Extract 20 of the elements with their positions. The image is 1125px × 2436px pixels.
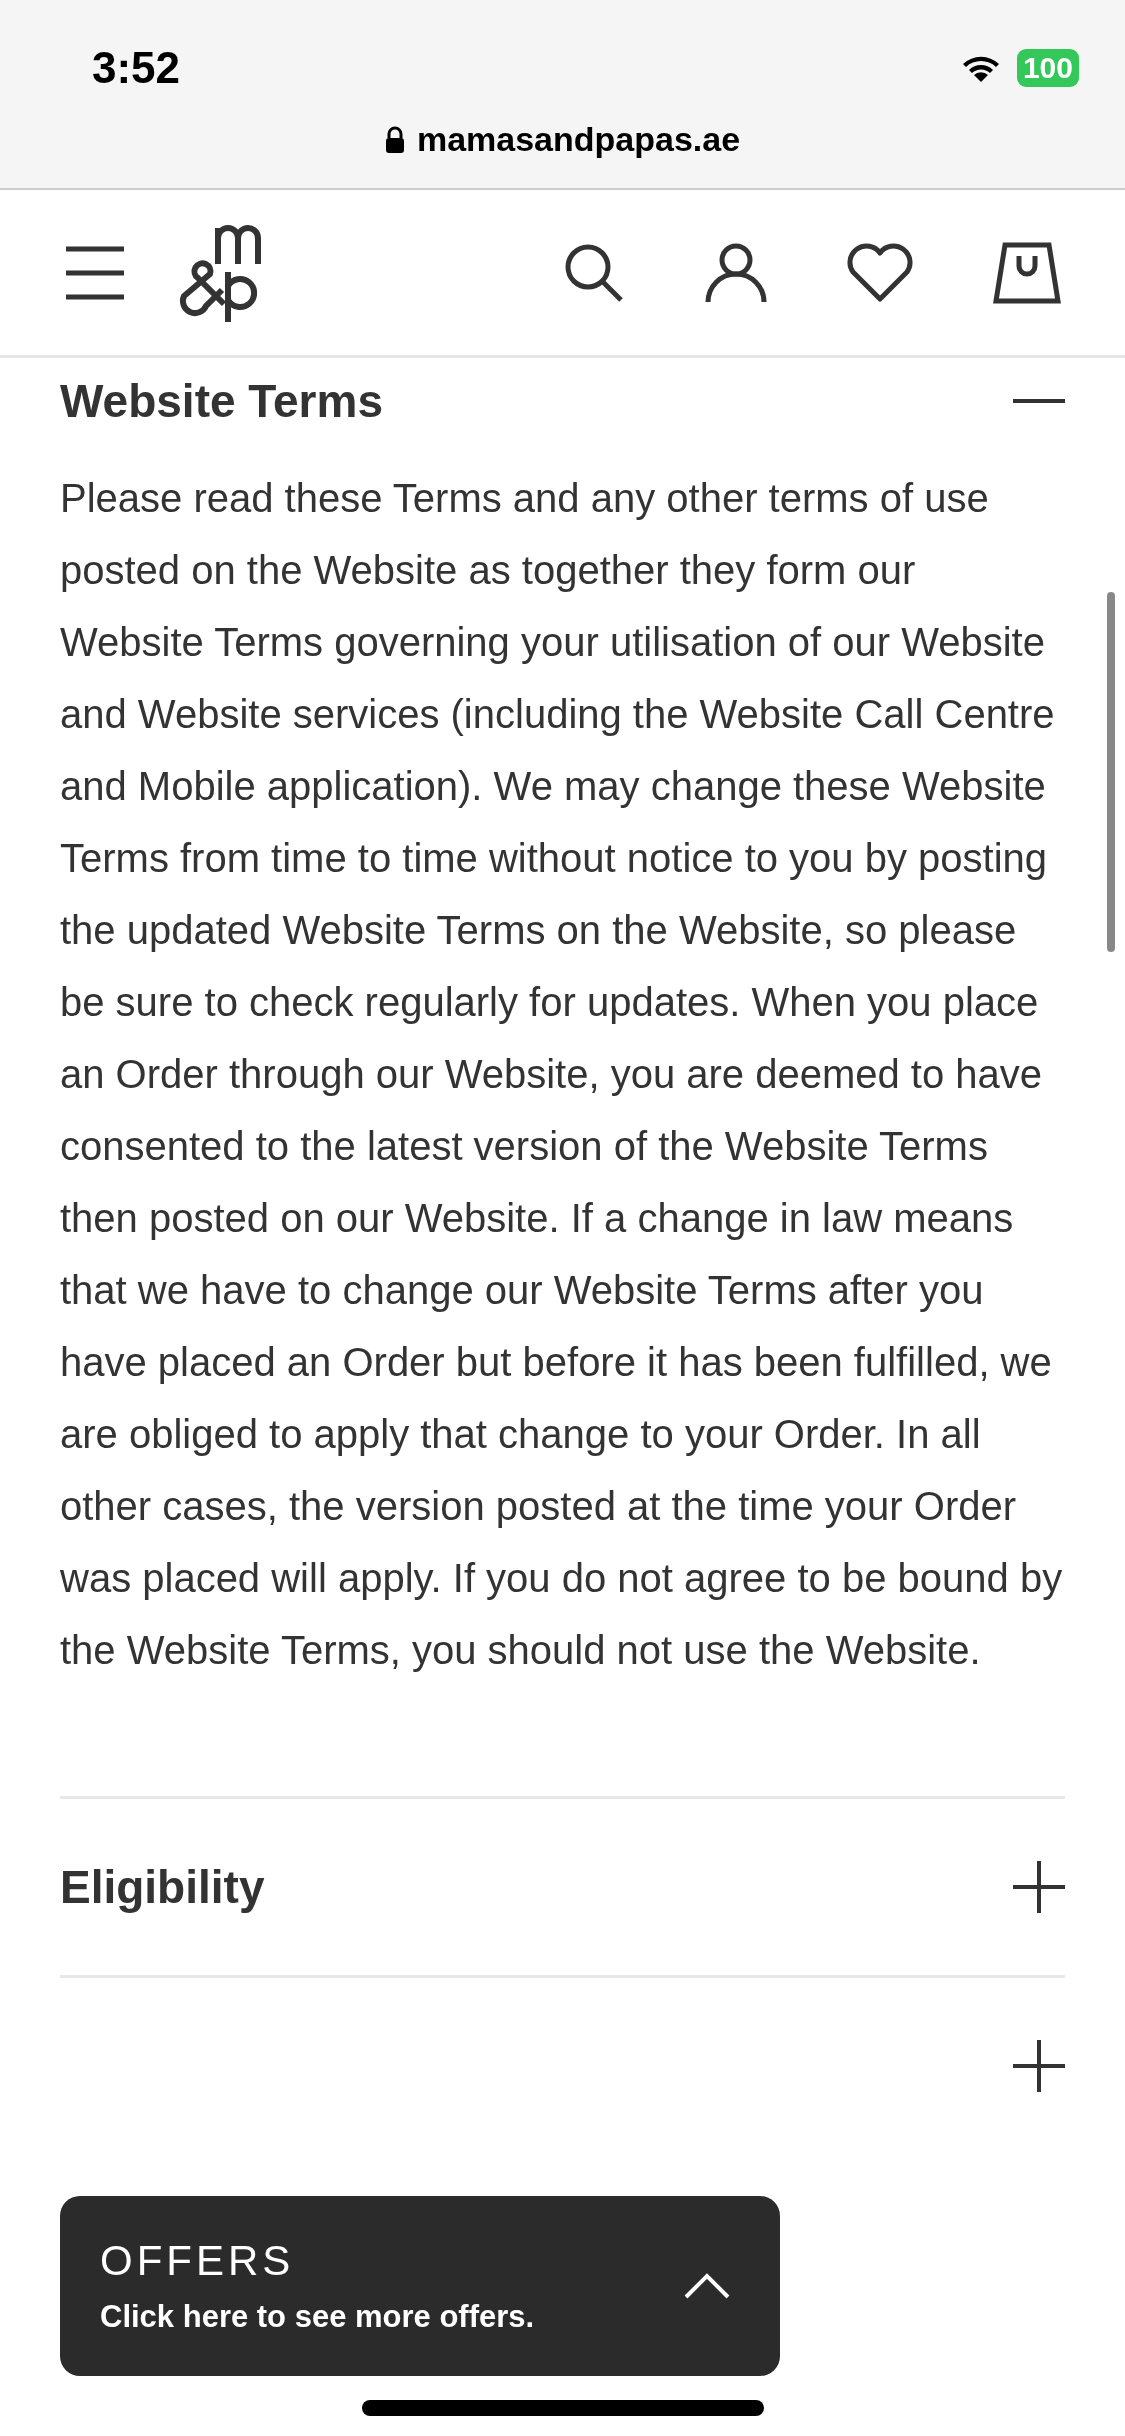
url-text: mamasandpapas.ae xyxy=(416,120,741,159)
plus-icon[interactable] xyxy=(1013,1861,1065,1913)
lock-icon xyxy=(384,125,405,154)
status-time: 3:52 xyxy=(92,43,181,93)
account-icon[interactable] xyxy=(705,241,767,304)
heart-icon[interactable] xyxy=(847,242,913,303)
offers-title: OFFERS xyxy=(100,2237,296,2285)
offers-text: Click here to see more offers. xyxy=(100,2299,535,2335)
minus-icon[interactable] xyxy=(1013,398,1065,404)
accordion-header[interactable]: Website Terms xyxy=(60,358,1065,444)
offers-banner[interactable]: OFFERS Click here to see more offers. xyxy=(60,2196,780,2376)
section-title: Website Terms xyxy=(60,374,383,428)
terms-paragraph: Please read these Terms and any other terms of use posted on the Website as together they form our Website Terms governing your utilisation of our Website and Website services (including the Website Call Centre and Mobile application). We may change these Website Terms from time to time without notice to you by posting the updated Website Terms on the Website, so please be sure to check regularly for updates. When you place an Order through our Website, you are deemed to have consented to the latest version of the Website Terms then posted on our Website. If a change in law means that we have to change our Website Terms after you have placed an Order but before it has been fulfilled, we are obliged to apply that change to your Order. In all other cases, the version posted at the time your Order was placed will apply. If you do not agree to be bound by the Website Terms, you should not use the Website. xyxy=(60,475,1064,1674)
battery-indicator: 100 xyxy=(1016,49,1079,87)
accordion-header[interactable]: Eligibility xyxy=(60,1799,1065,1975)
bag-icon[interactable] xyxy=(993,241,1061,304)
chevron-up-icon[interactable] xyxy=(684,2273,730,2299)
section-title: Eligibility xyxy=(60,1860,265,1914)
plus-icon[interactable] xyxy=(1013,2040,1065,2092)
menu-icon[interactable] xyxy=(64,244,126,301)
